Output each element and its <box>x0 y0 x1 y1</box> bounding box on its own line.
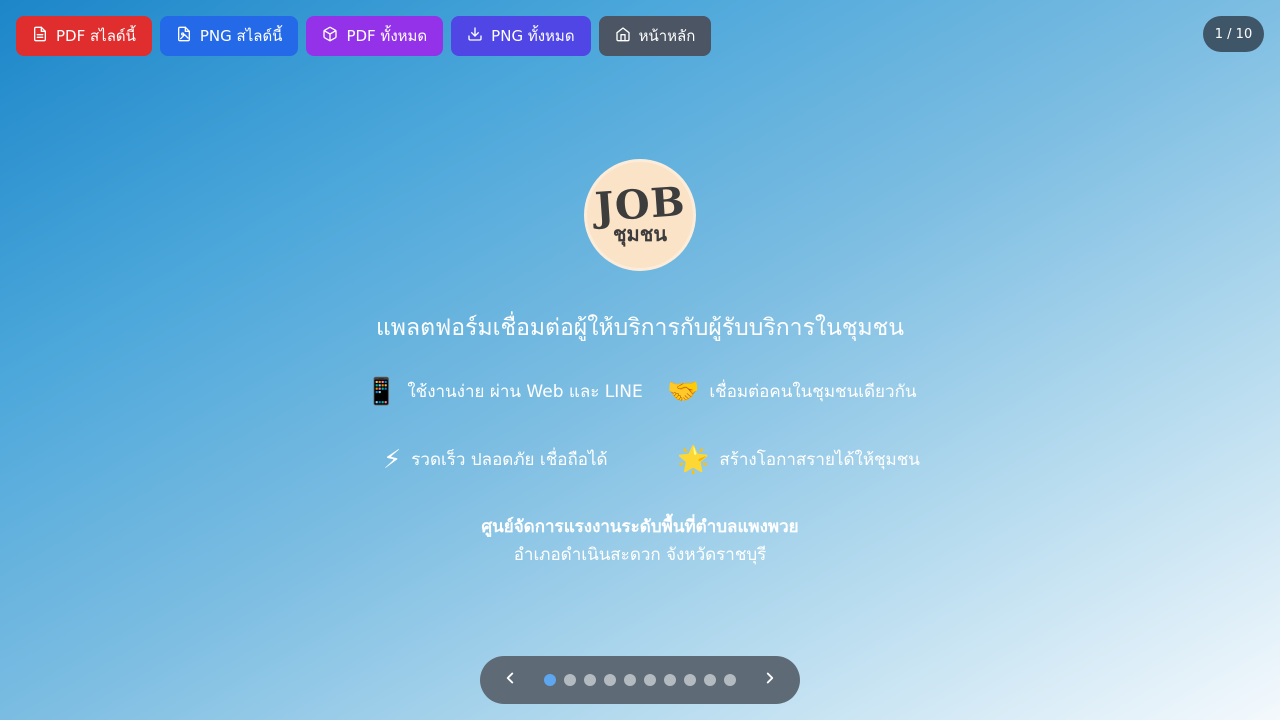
organization-address: อำเภอดำเนินสะดวก จังหวัดราชบุรี <box>513 545 767 565</box>
tagline: แพลตฟอร์มเชื่อมต่อผู้ให้บริการกับผู้รับบ… <box>375 315 904 341</box>
mobile-phone-icon: 📱 <box>365 376 398 407</box>
feature-item: ⚡ รวดเร็ว ปลอดภัย เชื่อถือได้ <box>383 446 608 473</box>
slide: JOB ชุมชน แพลตฟอร์มเชื่อมต่อผู้ให้บริการ… <box>0 0 1280 720</box>
chevron-right-icon <box>761 669 779 691</box>
slide-dot[interactable] <box>544 674 556 686</box>
feature-item: 🤝 เชื่อมต่อคนในชุมชนเดียวกัน <box>667 378 916 405</box>
slide-navigation <box>480 656 800 704</box>
chevron-left-icon <box>501 669 519 691</box>
slide-dot[interactable] <box>584 674 596 686</box>
feature-text: ใช้งานง่าย ผ่าน Web และ LINE <box>407 382 643 402</box>
job-logo: JOB ชุมชน <box>584 159 696 271</box>
next-slide-button[interactable] <box>756 666 784 694</box>
feature-item: 📱 ใช้งานง่าย ผ่าน Web และ LINE <box>365 378 643 405</box>
feature-item: 🌟 สร้างโอกาสรายได้ให้ชุมชน <box>677 446 920 473</box>
slide-dot[interactable] <box>704 674 716 686</box>
handshake-icon: 🤝 <box>667 376 700 407</box>
slide-dot[interactable] <box>564 674 576 686</box>
feature-text: สร้างโอกาสรายได้ให้ชุมชน <box>719 450 920 470</box>
lightning-icon: ⚡ <box>383 444 402 475</box>
slide-dot[interactable] <box>724 674 736 686</box>
prev-slide-button[interactable] <box>496 666 524 694</box>
slide-dot[interactable] <box>664 674 676 686</box>
star-icon: 🌟 <box>677 444 710 475</box>
organization-name: ศูนย์จัดการแรงงานระดับพื้นที่ตำบลแพงพวย <box>481 517 799 537</box>
slide-dots <box>544 674 736 686</box>
slide-dot[interactable] <box>644 674 656 686</box>
slide-dot[interactable] <box>684 674 696 686</box>
logo-main-text: JOB <box>593 177 687 232</box>
slide-dot[interactable] <box>604 674 616 686</box>
slide-dot[interactable] <box>624 674 636 686</box>
feature-text: เชื่อมต่อคนในชุมชนเดียวกัน <box>709 382 917 402</box>
feature-text: รวดเร็ว ปลอดภัย เชื่อถือได้ <box>411 450 608 470</box>
